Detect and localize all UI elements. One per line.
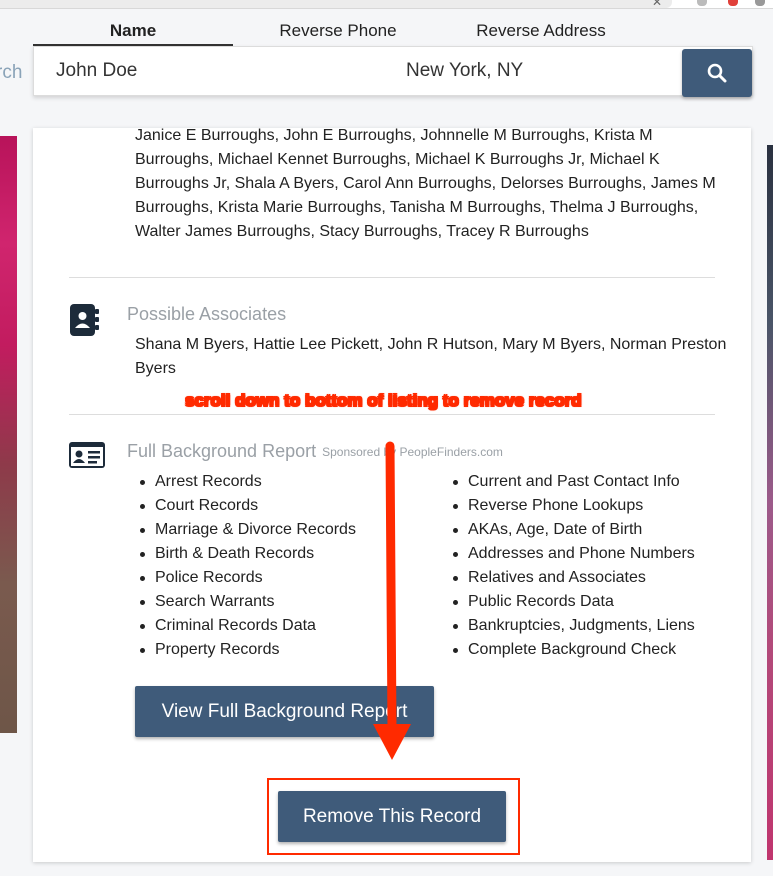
search-bar bbox=[33, 46, 753, 97]
extension-icon[interactable] bbox=[728, 0, 738, 6]
list-item: Public Records Data bbox=[448, 590, 748, 614]
name-search-input[interactable] bbox=[56, 47, 376, 95]
background-report-title-text: Full Background Report bbox=[127, 441, 317, 461]
list-item: Marriage & Divorce Records bbox=[135, 518, 435, 542]
list-item: Current and Past Contact Info bbox=[448, 470, 748, 494]
annotation-instruction: scroll down to bottom of listing to remo… bbox=[183, 391, 584, 411]
feature-list-left: Arrest Records Court Records Marriage & … bbox=[135, 470, 435, 662]
side-advertisement[interactable] bbox=[767, 145, 773, 860]
list-item: Addresses and Phone Numbers bbox=[448, 542, 748, 566]
list-item: Criminal Records Data bbox=[135, 614, 435, 638]
location-search-input[interactable] bbox=[406, 47, 706, 95]
list-item: Police Records bbox=[135, 566, 435, 590]
clear-address-icon[interactable]: ✕ bbox=[652, 0, 662, 9]
record-card: Janice E Burroughs, John E Burroughs, Jo… bbox=[33, 127, 751, 862]
background-report-title: Full Background Report Sponsored by Peopl… bbox=[127, 441, 503, 462]
list-item: Complete Background Check bbox=[448, 638, 748, 662]
list-item: Bankruptcies, Judgments, Liens bbox=[448, 614, 748, 638]
remove-record-button[interactable]: Remove This Record bbox=[278, 791, 506, 842]
search-label-fragment: rch bbox=[0, 62, 23, 83]
associates-title: Possible Associates bbox=[127, 304, 287, 324]
search-button[interactable] bbox=[682, 49, 752, 97]
tab-reverse-address[interactable]: Reverse Address bbox=[443, 18, 639, 46]
address-bar-edge[interactable] bbox=[0, 0, 672, 8]
associates-list: Shana M Byers, Hattie Lee Pickett, John … bbox=[135, 336, 727, 377]
list-item: Relatives and Associates bbox=[448, 566, 748, 590]
list-item: Search Warrants bbox=[135, 590, 435, 614]
list-item: Arrest Records bbox=[135, 470, 435, 494]
tab-reverse-phone[interactable]: Reverse Phone bbox=[248, 18, 428, 46]
list-item: Property Records bbox=[135, 638, 435, 662]
tab-name[interactable]: Name bbox=[33, 18, 233, 46]
view-full-report-button[interactable]: View Full Background Report bbox=[135, 686, 434, 737]
side-advertisement[interactable] bbox=[0, 136, 17, 733]
search-icon bbox=[707, 63, 727, 83]
browser-toolbar-edge: ✕ bbox=[0, 0, 773, 9]
section-divider bbox=[69, 277, 715, 278]
list-item: AKAs, Age, Date of Birth bbox=[448, 518, 748, 542]
extension-icon[interactable] bbox=[755, 0, 765, 6]
search-type-tabs: Name Reverse Phone Reverse Address bbox=[33, 18, 753, 46]
sponsored-label: Sponsored by PeopleFinders.com bbox=[322, 445, 503, 459]
relatives-list: Janice E Burroughs, John E Burroughs, Jo… bbox=[135, 127, 716, 240]
id-card-icon bbox=[69, 442, 105, 468]
list-item: Birth & Death Records bbox=[135, 542, 435, 566]
annotation-text: scroll down to bottom of listing to remo… bbox=[183, 391, 584, 410]
section-divider bbox=[69, 414, 715, 415]
address-book-icon bbox=[70, 304, 99, 336]
extension-icon[interactable] bbox=[697, 0, 707, 6]
list-item: Reverse Phone Lookups bbox=[448, 494, 748, 518]
list-item: Court Records bbox=[135, 494, 435, 518]
feature-list-right: Current and Past Contact Info Reverse Ph… bbox=[448, 470, 748, 662]
